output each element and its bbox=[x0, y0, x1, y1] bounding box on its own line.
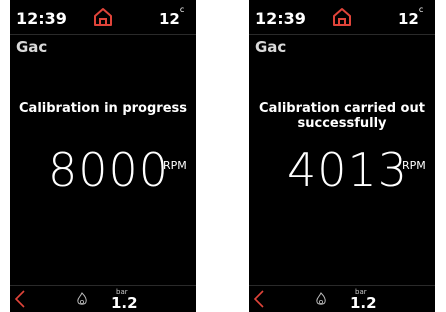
back-arrow-icon[interactable] bbox=[253, 290, 265, 308]
device-screen-calibrated: 12:39 12c Gac Calibration carried out su… bbox=[249, 0, 435, 312]
calibration-status: Calibration carried out successfully bbox=[259, 101, 425, 131]
outdoor-temperature: 12c bbox=[159, 5, 185, 28]
back-arrow-icon[interactable] bbox=[14, 290, 26, 308]
flame-icon bbox=[77, 292, 87, 305]
rpm-value: 4013 bbox=[287, 143, 409, 197]
outdoor-temperature: 12c bbox=[398, 5, 424, 28]
rpm-readout: 4013 RPM bbox=[249, 145, 435, 195]
rpm-unit: RPM bbox=[163, 159, 187, 172]
status-bar: 12:39 12c bbox=[10, 0, 196, 35]
rpm-value: 8000 bbox=[48, 143, 170, 197]
rpm-unit: RPM bbox=[402, 159, 426, 172]
page-title: Gac bbox=[16, 38, 48, 56]
flame-icon bbox=[316, 292, 326, 305]
rpm-readout: 8000 RPM bbox=[10, 145, 196, 195]
bottom-bar: bar 1.2 bbox=[249, 285, 435, 312]
pressure-value: 1.2 bbox=[350, 294, 377, 312]
home-icon[interactable] bbox=[92, 6, 114, 28]
clock-time: 12:39 bbox=[16, 9, 67, 28]
status-bar: 12:39 12c bbox=[249, 0, 435, 35]
device-screen-calibrating: 12:39 12c Gac Calibration in progress 80… bbox=[10, 0, 196, 312]
home-icon[interactable] bbox=[331, 6, 353, 28]
calibration-status: Calibration in progress bbox=[19, 101, 187, 116]
pressure-value: 1.2 bbox=[111, 294, 138, 312]
clock-time: 12:39 bbox=[255, 9, 306, 28]
bottom-bar: bar 1.2 bbox=[10, 285, 196, 312]
page-title: Gac bbox=[255, 38, 287, 56]
